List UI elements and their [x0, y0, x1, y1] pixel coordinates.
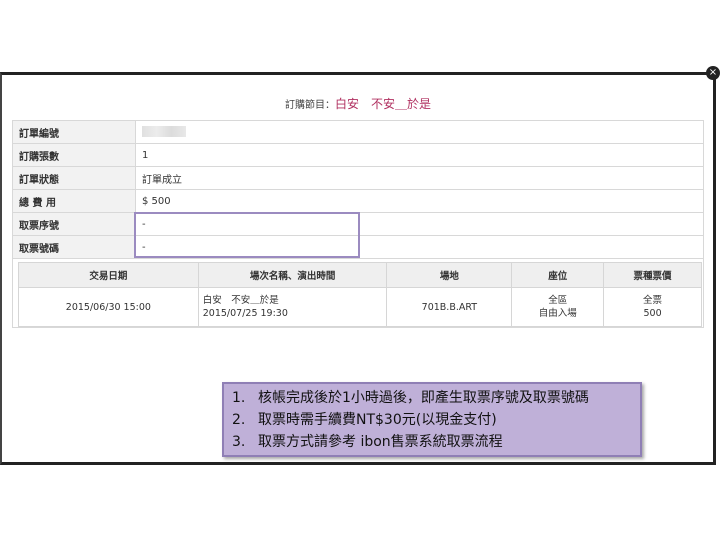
venue: 701B.B.ART: [386, 287, 513, 327]
notes-callout: 1. 核帳完成後於1小時過後，即產生取票序號及取票號碼 2. 取票時需手續費NT$3…: [222, 382, 642, 457]
seat-cell: 全區 自由入場: [511, 287, 605, 327]
dialog-title: 訂購節目：白安 不安＿於是: [0, 95, 716, 112]
event-time: 2015/07/25 19:30: [202, 308, 288, 319]
order-status-label: 訂單狀態: [12, 166, 136, 190]
table-header-row: 交易日期 場次名稱、演出時間 場地 座位 票種票價: [18, 262, 702, 288]
order-detail-table: 交易日期 場次名稱、演出時間 場地 座位 票種票價 2015/06/30 15:…: [18, 262, 702, 327]
table-row: 訂單狀態 訂單成立: [12, 166, 704, 190]
redacted-value: [142, 126, 186, 138]
table-row: 2015/06/30 15:00 白安 不安＿於是 2015/07/25 19:…: [18, 287, 702, 327]
title-label: 訂購節目：: [284, 100, 335, 111]
note-item: 1. 核帳完成後於1小時過後，即產生取票序號及取票號碼: [232, 390, 589, 406]
ticket-type: 全票: [643, 295, 663, 306]
ticket-count-label: 訂購張數: [12, 143, 136, 167]
transaction-date: 2015/06/30 15:00: [18, 287, 199, 327]
seat-area: 全區: [548, 295, 568, 306]
ticket-cell: 全票 500: [603, 287, 702, 327]
close-icon[interactable]: ×: [706, 66, 720, 80]
col-header-seat: 座位: [511, 262, 605, 288]
pickup-serial-label: 取票序號: [12, 212, 136, 236]
col-header-event: 場次名稱、演出時間: [197, 262, 388, 288]
order-number-value: [135, 120, 704, 144]
pickup-code-label: 取票號碼: [12, 235, 136, 259]
ticket-price: 500: [643, 308, 662, 319]
col-header-venue: 場地: [386, 262, 513, 288]
total-cost-value: $ 500: [135, 189, 704, 213]
col-header-ticket: 票種票價: [603, 262, 702, 288]
note-item: 3. 取票方式請參考 ibon售票系統取票流程: [232, 434, 503, 450]
ticket-count-value: 1: [135, 143, 704, 167]
note-item: 2. 取票時需手續費NT$30元(以現金支付): [232, 412, 497, 428]
total-cost-label: 總 費 用: [12, 189, 136, 213]
order-number-label: 訂單編號: [12, 120, 136, 144]
show-name: 白安 不安＿於是: [334, 97, 431, 111]
event-cell: 白安 不安＿於是 2015/07/25 19:30: [197, 287, 388, 327]
table-row: 訂單編號: [12, 120, 704, 144]
pickup-highlight-box: [134, 212, 360, 258]
col-header-date: 交易日期: [18, 262, 199, 288]
order-status-value: 訂單成立: [135, 166, 704, 190]
notes-list: 1. 核帳完成後於1小時過後，即產生取票序號及取票號碼 2. 取票時需手續費NT$3…: [232, 387, 632, 453]
table-row: 總 費 用 $ 500: [12, 189, 704, 213]
event-name: 白安 不安＿於是: [202, 295, 279, 306]
table-row: 訂購張數 1: [12, 143, 704, 167]
seat-type: 自由入場: [538, 308, 577, 319]
